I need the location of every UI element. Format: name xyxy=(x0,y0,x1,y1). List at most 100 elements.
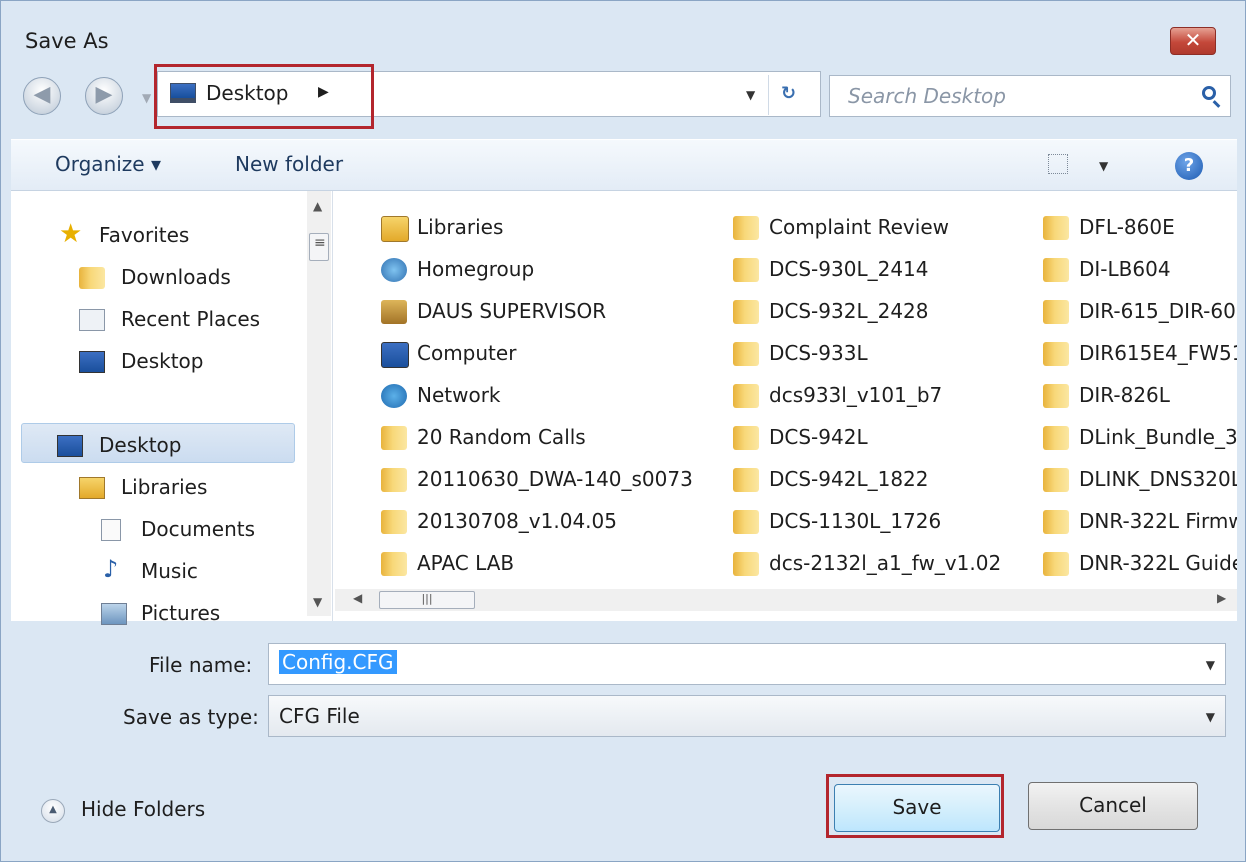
star-icon: ★ xyxy=(59,219,83,249)
forward-button[interactable]: ▶ xyxy=(85,77,123,115)
list-item[interactable]: DCS-1130L_1726 xyxy=(733,509,941,534)
folder-icon xyxy=(381,468,407,492)
navigation-pane: ★ Favorites Downloads Recent Places Desk… xyxy=(11,191,333,625)
list-item[interactable]: DCS-932L_2428 xyxy=(733,299,929,324)
help-icon[interactable]: ? xyxy=(1175,152,1203,180)
list-item[interactable]: DCS-942L xyxy=(733,425,868,450)
scroll-down-icon[interactable]: ▼ xyxy=(313,595,322,609)
list-item[interactable]: DFL-860E xyxy=(1043,215,1175,240)
folder-icon xyxy=(1043,384,1069,408)
folder-icon xyxy=(381,426,407,450)
list-item[interactable]: DI-LB604 xyxy=(1043,257,1171,282)
libraries-icon xyxy=(79,477,105,499)
nav-item-desktop-favorite[interactable]: Desktop xyxy=(79,349,203,373)
list-item[interactable]: Homegroup xyxy=(381,257,534,282)
nav-item-libraries[interactable]: Libraries xyxy=(79,475,208,499)
save-highlight-box xyxy=(826,774,1004,838)
filename-dropdown-icon[interactable]: ▼ xyxy=(1206,658,1215,672)
desktop-icon xyxy=(57,435,83,457)
scroll-right-icon[interactable]: ▶ xyxy=(1217,591,1226,605)
folder-icon xyxy=(733,468,759,492)
organize-button[interactable]: Organize ▾ xyxy=(55,152,161,176)
list-item[interactable]: DNR-322L Guide xyxy=(1043,551,1237,576)
view-options-dropdown-icon[interactable]: ▼ xyxy=(1099,159,1108,173)
list-item[interactable]: APAC LAB xyxy=(381,551,514,576)
nav-item-music[interactable]: ♪ Music xyxy=(103,555,198,583)
list-item[interactable]: DCS-942L_1822 xyxy=(733,467,929,492)
save-type-select[interactable]: CFG File ▼ xyxy=(268,695,1226,737)
music-icon: ♪ xyxy=(103,555,119,583)
list-item[interactable]: dcs-2132l_a1_fw_v1.02 xyxy=(733,551,1001,576)
folder-icon xyxy=(733,384,759,408)
search-icon[interactable] xyxy=(1202,86,1216,100)
list-item[interactable]: Computer xyxy=(381,341,516,368)
list-item[interactable]: dcs933l_v101_b7 xyxy=(733,383,942,408)
computer-icon xyxy=(381,342,409,368)
scrollbar-thumb[interactable] xyxy=(309,233,329,261)
list-item[interactable]: DAUS SUPERVISOR xyxy=(381,299,606,324)
list-item[interactable]: 20110630_DWA-140_s0073 xyxy=(381,467,693,492)
save-as-dialog: Save As ✕ ◀ ▶ ▼ Desktop ▶ ▼ ↻ Search Des… xyxy=(0,0,1246,862)
address-dropdown-icon[interactable]: ▼ xyxy=(746,88,755,102)
scroll-up-icon[interactable]: ▲ xyxy=(313,199,322,213)
list-item[interactable]: DCS-930L_2414 xyxy=(733,257,929,282)
dialog-title: Save As xyxy=(25,29,109,53)
nav-item-label: Downloads xyxy=(121,265,231,289)
dialog-body: ★ Favorites Downloads Recent Places Desk… xyxy=(11,191,1237,625)
user-folder-icon xyxy=(381,300,407,324)
list-item[interactable]: 20130708_v1.04.05 xyxy=(381,509,617,534)
command-toolbar: Organize ▾ New folder ▼ ? xyxy=(11,139,1237,191)
recent-pages-dropdown[interactable]: ▼ xyxy=(142,91,151,105)
nav-item-desktop-root[interactable]: Desktop xyxy=(57,433,181,457)
folder-icon xyxy=(733,216,759,240)
list-item[interactable]: DCS-933L xyxy=(733,341,868,366)
cancel-button[interactable]: Cancel xyxy=(1028,782,1198,830)
nav-favorites[interactable]: ★ Favorites xyxy=(59,219,189,249)
list-item[interactable]: DIR-615_DIR-600 xyxy=(1043,299,1237,324)
filename-field[interactable]: Config.CFG ▼ xyxy=(268,643,1226,685)
pictures-icon xyxy=(101,603,127,625)
nav-item-downloads[interactable]: Downloads xyxy=(79,265,231,289)
scroll-left-icon[interactable]: ◀ xyxy=(353,591,362,605)
filename-value[interactable]: Config.CFG xyxy=(279,650,397,674)
nav-item-documents[interactable]: Documents xyxy=(101,517,255,541)
folder-icon xyxy=(1043,216,1069,240)
folder-icon xyxy=(733,300,759,324)
folder-icon xyxy=(733,426,759,450)
new-folder-button[interactable]: New folder xyxy=(235,152,343,176)
desktop-icon xyxy=(79,351,105,373)
nav-pane-scrollbar[interactable]: ▲ ▼ xyxy=(307,191,331,616)
list-item[interactable]: Complaint Review xyxy=(733,215,949,240)
refresh-button[interactable]: ↻ xyxy=(768,75,808,115)
folder-icon xyxy=(733,342,759,366)
nav-item-pictures[interactable]: Pictures xyxy=(101,601,220,625)
search-input[interactable]: Search Desktop xyxy=(829,75,1231,117)
nav-item-recent-places[interactable]: Recent Places xyxy=(79,307,260,331)
change-view-icon[interactable] xyxy=(1048,154,1068,174)
folder-icon xyxy=(1043,510,1069,534)
folder-icon xyxy=(1043,552,1069,576)
list-item[interactable]: DNR-322L Firmw xyxy=(1043,509,1237,534)
file-list-scrollbar[interactable]: ◀ ||| ▶ xyxy=(335,589,1237,611)
chevron-up-icon: ▲ xyxy=(41,799,65,823)
folder-icon xyxy=(733,258,759,282)
list-item[interactable]: Libraries xyxy=(381,215,503,242)
address-highlight-box xyxy=(154,64,374,129)
list-item[interactable]: DIR615E4_FW512 xyxy=(1043,341,1237,366)
back-button[interactable]: ◀ xyxy=(23,77,61,115)
folder-icon xyxy=(733,510,759,534)
close-button[interactable]: ✕ xyxy=(1170,27,1216,55)
list-item[interactable]: DLink_Bundle_3_ xyxy=(1043,425,1237,450)
list-item[interactable]: 20 Random Calls xyxy=(381,425,586,450)
save-type-dropdown-icon[interactable]: ▼ xyxy=(1206,710,1215,724)
folder-icon xyxy=(1043,258,1069,282)
documents-icon xyxy=(101,519,121,541)
scrollbar-thumb[interactable]: ||| xyxy=(379,591,475,609)
filename-label: File name: xyxy=(149,653,253,677)
downloads-folder-icon xyxy=(79,267,105,289)
list-item[interactable]: DLINK_DNS320L xyxy=(1043,467,1237,492)
list-item[interactable]: Network xyxy=(381,383,501,408)
nav-item-label: Libraries xyxy=(121,475,208,499)
homegroup-icon xyxy=(381,258,407,282)
list-item[interactable]: DIR-826L xyxy=(1043,383,1170,408)
